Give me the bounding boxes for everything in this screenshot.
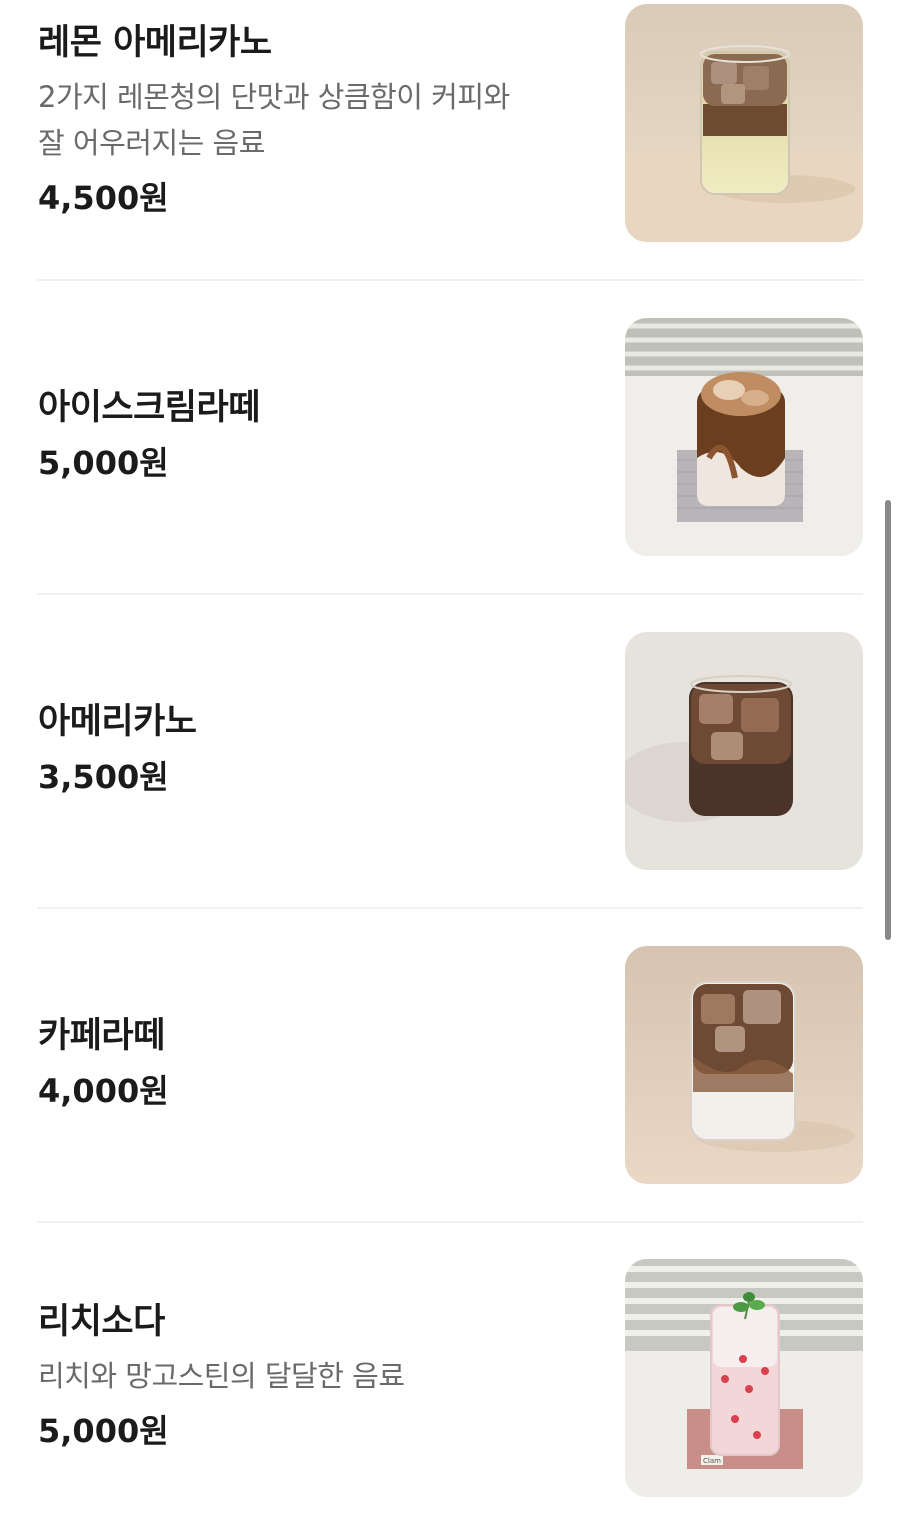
menu-item-lychee-soda[interactable]: 리치소다 리치와 망고스틴의 달달한 음료 5,000원 Clam [0, 1223, 900, 1524]
coaster-label: Clam [703, 1457, 721, 1465]
menu-item-price: 3,500원 [38, 758, 169, 796]
menu-item-text: 카페라떼 4,000원 [38, 1013, 598, 1113]
menu-item-price: 5,000원 [38, 444, 169, 482]
menu-item-text: 아이스크림라떼 5,000원 [38, 385, 598, 485]
lychee-soda-photo[interactable]: Clam [625, 1259, 863, 1497]
menu-item-text: 리치소다 리치와 망고스틴의 달달한 음료 5,000원 [38, 1299, 598, 1453]
menu-item-name: 레몬 아메리카노 [38, 23, 272, 63]
menu-item-name: 리치소다 [38, 1302, 165, 1342]
menu-item-ice-cream-latte[interactable]: 아이스크림라떼 5,000원 [0, 281, 900, 593]
menu-item-price: 4,500원 [38, 179, 169, 217]
menu-item-text: 아메리카노 3,500원 [38, 699, 598, 799]
menu-item-lemon-americano[interactable]: 레몬 아메리카노 2가지 레몬청의 단맛과 상큼함이 커피와 잘 어우러지는 음… [0, 0, 900, 280]
lemon-americano-photo[interactable] [625, 4, 863, 242]
menu-item-description: 리치와 망고스틴의 달달한 음료 [38, 1353, 598, 1399]
menu-item-price: 4,000원 [38, 1072, 169, 1110]
menu-item-cafe-latte[interactable]: 카페라떼 4,000원 [0, 909, 900, 1221]
cafe-latte-photo[interactable] [625, 946, 863, 1184]
menu-item-description-line: 2가지 레몬청의 단맛과 상큼함이 커피와 [38, 80, 510, 114]
menu-item-americano[interactable]: 아메리카노 3,500원 [0, 595, 900, 907]
scrollbar[interactable] [885, 500, 891, 940]
ice-cream-latte-photo[interactable] [625, 318, 863, 556]
menu-item-name: 아메리카노 [38, 702, 197, 742]
menu-item-description: 2가지 레몬청의 단맛과 상큼함이 커피와 잘 어우러지는 음료 [38, 74, 598, 166]
americano-photo[interactable] [625, 632, 863, 870]
menu-item-name: 카페라떼 [38, 1016, 165, 1056]
menu-item-price: 5,000원 [38, 1412, 169, 1450]
menu-item-description-line: 리치와 망고스틴의 달달한 음료 [38, 1359, 405, 1393]
menu-item-description-line: 잘 어우러지는 음료 [38, 126, 265, 160]
menu-item-name: 아이스크림라떼 [38, 388, 260, 428]
menu-item-text: 레몬 아메리카노 2가지 레몬청의 단맛과 상큼함이 커피와 잘 어우러지는 음… [38, 20, 598, 220]
